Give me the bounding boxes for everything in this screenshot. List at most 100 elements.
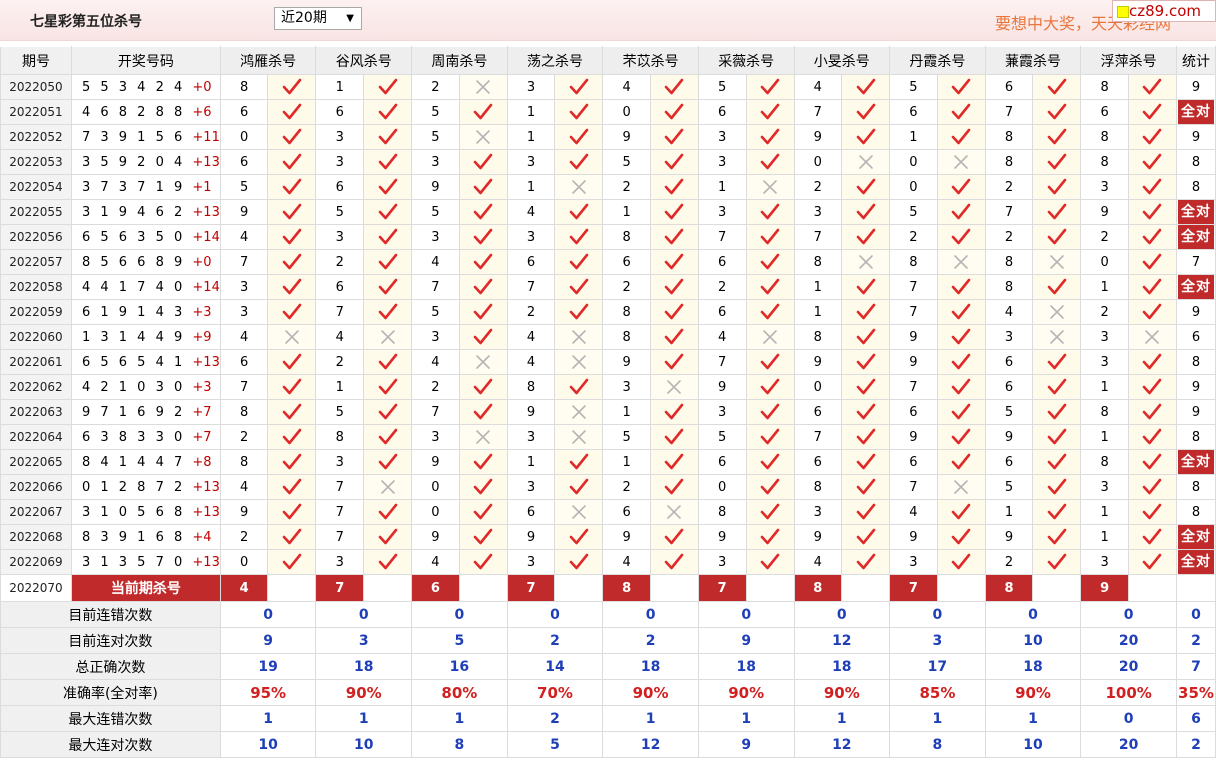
check-icon <box>473 503 493 520</box>
kill-number-cell: 0 <box>411 499 460 525</box>
cross-icon <box>571 405 586 419</box>
check-icon <box>569 478 589 495</box>
check-icon <box>473 278 493 295</box>
stat-value: 3 <box>889 627 986 654</box>
stat-value: 90% <box>697 679 795 706</box>
result-cell <box>649 524 699 550</box>
site-logo[interactable]: cz89.com <box>1112 0 1216 22</box>
current-kill-number: 7 <box>315 574 365 602</box>
kill-number-cell: 5 <box>889 74 938 100</box>
result-cell <box>745 299 795 325</box>
result-cell <box>936 324 986 350</box>
check-icon <box>665 78 684 95</box>
current-kill-blank <box>458 574 508 602</box>
result-cell <box>1032 449 1082 475</box>
current-kill-label: 当前期杀号 <box>70 574 221 602</box>
kill-number-cell: 1 <box>506 124 556 150</box>
stat-value: 6 <box>1175 705 1216 732</box>
table-row: 2022068 8 3 9 1 6 8 +4 2 7 9 9 9 9 9 9 9 1 全对 <box>0 524 1216 550</box>
check-icon <box>1047 503 1067 520</box>
table-row: 2022055 3 1 9 4 6 2 +13 9 5 5 4 1 3 3 5 7 9 全对 <box>0 199 1216 225</box>
result-cell <box>267 149 317 175</box>
kill-number-cell: 7 <box>984 199 1034 225</box>
result-cell <box>554 224 604 250</box>
kill-number-cell: 8 <box>697 499 747 525</box>
result-cell <box>363 324 413 350</box>
result-cell <box>1032 524 1082 550</box>
result-cell <box>458 124 508 150</box>
check-icon <box>569 378 589 395</box>
result-cell <box>841 174 891 200</box>
result-cell <box>745 374 795 400</box>
kill-number-cell: 9 <box>602 524 651 550</box>
kill-number-cell: 9 <box>219 199 269 225</box>
current-kill-number: 8 <box>793 574 843 602</box>
result-cell <box>745 524 795 550</box>
kill-number-cell: 6 <box>315 274 365 300</box>
cross-icon <box>476 430 490 444</box>
draw-span-value: +4 <box>192 529 212 545</box>
cross-icon <box>1050 330 1064 344</box>
check-icon <box>856 178 875 195</box>
draw-numbers: 6 1 9 1 4 3 <box>81 304 186 320</box>
kill-number-cell: 9 <box>793 349 843 375</box>
draw-span-value: +0 <box>192 79 212 95</box>
draw-numbers-cell: 4 4 1 7 4 0 +14 <box>70 274 221 300</box>
stat-value: 14 <box>506 653 604 680</box>
check-icon <box>1143 178 1162 195</box>
result-cell <box>1127 399 1177 425</box>
current-kill-number: 8 <box>984 574 1034 602</box>
stat-value: 2 <box>506 705 604 732</box>
current-total-blank <box>1175 574 1216 602</box>
stat-value: 0 <box>1080 601 1177 628</box>
period-cell: 2022060 <box>0 324 72 350</box>
kill-number-cell: 3 <box>1080 549 1129 575</box>
kill-number-cell: 5 <box>697 74 747 100</box>
row-total-cell: 全对 <box>1175 274 1216 300</box>
current-kill-blank <box>1127 574 1177 602</box>
result-cell <box>458 524 508 550</box>
kill-number-cell: 3 <box>697 149 747 175</box>
stat-value: 18 <box>984 653 1082 680</box>
range-select[interactable]: 近20期 ▼ <box>274 7 362 30</box>
top-bar: 七星彩第五位杀号 近20期 ▼ 要想中大奖，天天彩经网 cz89.com <box>0 0 1216 41</box>
check-icon <box>282 128 302 145</box>
stat-value: 0 <box>1175 601 1216 628</box>
cross-icon <box>763 180 777 194</box>
kill-number-cell: 3 <box>411 324 460 350</box>
kill-number-cell: 5 <box>602 149 651 175</box>
check-icon <box>473 453 493 470</box>
cross-icon <box>380 480 395 494</box>
result-cell <box>554 324 604 350</box>
result-cell <box>267 74 317 100</box>
check-icon <box>569 253 589 270</box>
kill-number-cell: 8 <box>1080 74 1129 100</box>
period-cell: 2022055 <box>0 199 72 225</box>
period-cell: 2022063 <box>0 399 72 425</box>
check-icon <box>569 553 589 570</box>
check-icon <box>473 253 493 270</box>
draw-span-value: +13 <box>192 479 220 495</box>
result-cell <box>1127 274 1177 300</box>
check-icon <box>569 203 589 220</box>
check-icon <box>665 228 684 245</box>
result-cell <box>458 199 508 225</box>
kill-number-cell: 8 <box>984 124 1034 150</box>
period-cell: 2022064 <box>0 424 72 450</box>
stat-label: 总正确次数 <box>0 653 221 680</box>
kill-number-cell: 2 <box>411 74 460 100</box>
kill-number-cell: 7 <box>889 274 938 300</box>
stat-value: 18 <box>793 653 891 680</box>
draw-span-value: +14 <box>192 279 220 295</box>
kill-number-cell: 3 <box>506 549 556 575</box>
check-icon <box>1047 478 1067 495</box>
result-cell <box>745 449 795 475</box>
check-icon <box>378 278 397 295</box>
check-icon <box>1047 453 1067 470</box>
draw-span-value: +0 <box>192 254 212 270</box>
result-cell <box>1127 199 1177 225</box>
kill-number-cell: 3 <box>984 324 1034 350</box>
result-cell <box>458 224 508 250</box>
check-icon <box>282 553 302 570</box>
result-cell <box>458 424 508 450</box>
